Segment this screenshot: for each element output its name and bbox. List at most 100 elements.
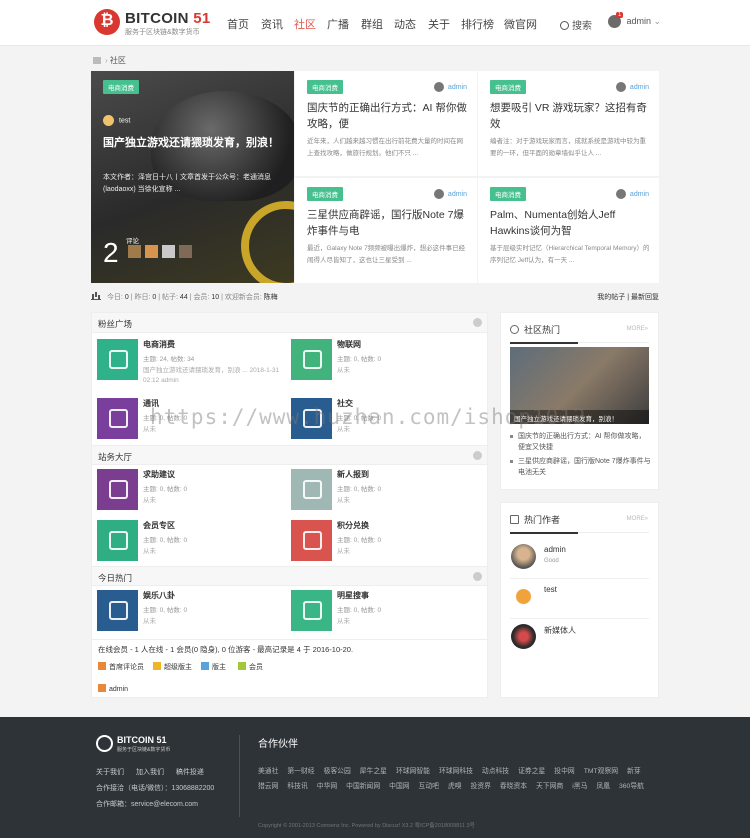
avatar[interactable] [162, 245, 175, 258]
partner-link[interactable]: 第一财经 [287, 768, 314, 775]
board-name[interactable]: 电商消费 [143, 339, 175, 350]
post-author[interactable]: admin [433, 82, 467, 92]
partner-link[interactable]: 美通社 [258, 768, 278, 775]
featured-post-main[interactable]: 电商消费 test 国产独立游戏还请猥琐发育，别浪！ 本文作者：泽宫日十八丨文章… [91, 71, 294, 283]
author-item[interactable]: test [510, 579, 649, 619]
partner-link[interactable]: 春晓资本 [500, 783, 527, 790]
board-item[interactable]: 娱乐八卦 主题: 0, 帖数: 0 从未 [92, 588, 287, 638]
nav-home[interactable]: 首页 [227, 16, 249, 32]
board-name[interactable]: 娱乐八卦 [143, 590, 175, 601]
author-name[interactable]: 新媒体人 [544, 625, 576, 636]
board-item[interactable]: 会员专区 主题: 0, 帖数: 0 从未 [92, 518, 287, 568]
post-author[interactable]: test [103, 115, 130, 126]
featured-post-card[interactable]: 电商消费 admin 三星供应商辟谣，国行版Note 7爆炸事件与电 最近，Ga… [295, 178, 477, 283]
board-item[interactable]: 求助建议 主题: 0, 帖数: 0 从未 [92, 467, 287, 517]
board-item[interactable]: 积分兑换 主题: 0, 帖数: 0 从未 [286, 518, 481, 568]
board-name[interactable]: 明星搜事 [337, 590, 369, 601]
hot-topic-item[interactable]: 三星供应商辟谣，国行版Note 7爆炸事件与电池无关 [510, 456, 652, 478]
collapse-icon[interactable] [473, 451, 482, 460]
partner-link[interactable]: 猎云网 [258, 783, 278, 790]
partner-link[interactable]: 360导航 [619, 783, 644, 790]
board-name[interactable]: 会员专区 [143, 520, 175, 531]
partner-link[interactable]: 中国网 [389, 783, 409, 790]
post-title[interactable]: 国产独立游戏还请猥琐发育，别浪！ [103, 135, 285, 151]
board-name[interactable]: 求助建议 [143, 469, 175, 480]
collapse-icon[interactable] [473, 572, 482, 581]
partner-link[interactable]: 投资界 [471, 783, 491, 790]
more-link[interactable]: MORE» [627, 326, 648, 332]
board-item[interactable]: 物联网 主题: 0, 帖数: 0 从未 [286, 337, 481, 387]
author-name[interactable]: admin [544, 545, 566, 554]
nav-micro-site[interactable]: 微官网 [504, 16, 537, 32]
nav-ranking[interactable]: 排行榜 [461, 16, 494, 32]
board-name[interactable]: 物联网 [337, 339, 361, 350]
category-tag[interactable]: 电商消费 [103, 80, 139, 94]
footer-link-join[interactable]: 加入我们 [136, 769, 164, 776]
new-member-link[interactable]: 陈梅 [264, 294, 278, 301]
board-item[interactable]: 明星搜事 主题: 0, 帖数: 0 从未 [286, 588, 481, 638]
partner-link[interactable]: 互动吧 [419, 783, 439, 790]
author-item[interactable]: admin Good [510, 539, 649, 579]
post-title[interactable]: 想要吸引 VR 游戏玩家？这招有奇效 [490, 100, 650, 132]
post-title[interactable]: 三星供应商辟谣，国行版Note 7爆炸事件与电 [307, 207, 467, 239]
nav-groups[interactable]: 群组 [361, 16, 383, 32]
post-author[interactable]: admin [433, 189, 467, 199]
post-author[interactable]: admin [615, 189, 649, 199]
category-tag[interactable]: 电商消费 [307, 80, 343, 94]
partner-link[interactable]: 虎嗅 [448, 783, 462, 790]
board-item[interactable]: 新人报到 主题: 0, 帖数: 0 从未 [286, 467, 481, 517]
board-name[interactable]: 新人报到 [337, 469, 369, 480]
partner-link[interactable]: 科技讯 [287, 783, 307, 790]
partner-link[interactable]: 天下网商 [536, 783, 563, 790]
avatar[interactable] [511, 624, 536, 649]
partner-link[interactable]: 中国新闻网 [346, 783, 380, 790]
board-last-post[interactable]: 国产独立游戏还请猥琐发育，别浪 ... 2018-1-31 02:12 admi… [143, 366, 283, 386]
footer-link-submit[interactable]: 稿件投递 [176, 769, 204, 776]
category-tag[interactable]: 电商消费 [307, 187, 343, 201]
online-user[interactable]: admin [98, 684, 128, 693]
breadcrumb-current[interactable]: 社区 [110, 56, 126, 65]
post-author[interactable]: admin [615, 82, 649, 92]
avatar[interactable] [179, 245, 192, 258]
partner-link[interactable]: 犀牛之星 [360, 768, 387, 775]
partner-link[interactable]: 证券之星 [518, 768, 545, 775]
post-title[interactable]: 国庆节的正确出行方式：AI 帮你做攻略，便 [307, 100, 467, 132]
featured-post-card[interactable]: 电商消费 admin 想要吸引 VR 游戏玩家？这招有奇效 编者注：对于游戏玩家… [478, 71, 659, 176]
partner-link[interactable]: 环球网智能 [396, 768, 430, 775]
footer-logo[interactable]: BITCOIN 51 服务于区块链&数字货币 [96, 735, 176, 755]
search-button[interactable]: 搜索 [560, 17, 592, 32]
more-link[interactable]: MORE» [627, 516, 648, 522]
partner-link[interactable]: 新芽 [627, 768, 641, 775]
nav-about[interactable]: 关于 [428, 16, 450, 32]
collapse-icon[interactable] [473, 318, 482, 327]
footer-link-about[interactable]: 关于我们 [96, 769, 124, 776]
partner-link[interactable]: TMT观察网 [584, 768, 618, 775]
my-posts-link[interactable]: 我的帖子 [597, 294, 625, 301]
avatar[interactable] [511, 544, 536, 569]
partner-link[interactable]: 中华网 [317, 783, 337, 790]
post-title[interactable]: Palm、Numenta创始人Jeff Hawkins谈何为智 [490, 207, 650, 239]
category-tag[interactable]: 电商消费 [490, 80, 526, 94]
board-item[interactable]: 电商消费 主题: 24, 帖数: 34 国产独立游戏还请猥琐发育，别浪 ... … [92, 337, 287, 387]
site-logo[interactable]: BITCOIN 51 服务于区块链&数字货币 [94, 9, 214, 37]
partner-link[interactable]: 极客公园 [324, 768, 351, 775]
nav-broadcast[interactable]: 广播 [327, 16, 349, 32]
partner-link[interactable]: 环球网科技 [439, 768, 473, 775]
partner-link[interactable]: 动点科技 [482, 768, 509, 775]
partner-link[interactable]: 凤凰 [596, 783, 610, 790]
avatar[interactable] [145, 245, 158, 258]
partner-link[interactable]: i黑马 [572, 783, 587, 790]
home-icon[interactable] [93, 57, 101, 64]
nav-activity[interactable]: 动态 [394, 16, 416, 32]
nav-news[interactable]: 资讯 [261, 16, 283, 32]
author-name[interactable]: test [544, 585, 557, 594]
nav-community[interactable]: 社区 [294, 16, 316, 32]
board-name[interactable]: 积分兑换 [337, 520, 369, 531]
avatar[interactable] [511, 584, 536, 609]
hot-topic-item[interactable]: 国庆节的正确出行方式：AI 帮你做攻略，便宜又快捷 [510, 431, 652, 453]
avatar[interactable] [128, 245, 141, 258]
contact-email[interactable]: 合作邮箱：service@elecom.com [96, 799, 198, 809]
author-item[interactable]: 新媒体人 [510, 619, 649, 659]
featured-post-card[interactable]: 电商消费 admin 国庆节的正确出行方式：AI 帮你做攻略，便 近年来，人们越… [295, 71, 477, 176]
user-menu[interactable]: 1 admin ⌄ [608, 12, 661, 28]
